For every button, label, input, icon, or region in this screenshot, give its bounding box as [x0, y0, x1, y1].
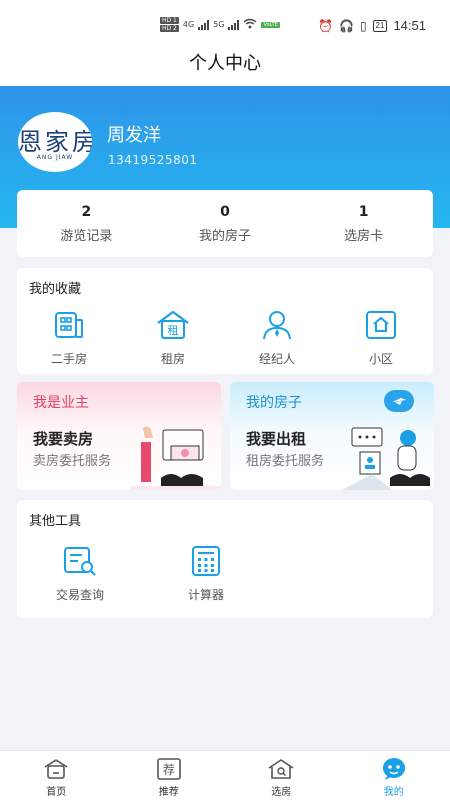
tab-choose-house[interactable]: 选房	[225, 751, 338, 800]
tab-label: 选房	[271, 787, 292, 798]
headphones-icon: 🎧	[338, 18, 354, 33]
favorites-title: 我的收藏	[29, 282, 82, 297]
stat-label: 游览记录	[60, 228, 113, 244]
favorite-agent[interactable]: 经纪人	[225, 308, 329, 367]
user-phone: 13419525801	[108, 153, 198, 167]
tab-label: 推荐	[158, 787, 179, 798]
clock: 14:51	[393, 18, 426, 33]
tools-card: 其他工具 交易查询 计算器	[17, 500, 433, 618]
favorite-second-hand[interactable]: 二手房	[17, 308, 121, 367]
tab-mine[interactable]: 我的	[338, 751, 450, 800]
hd1-badge: HD 1	[160, 17, 179, 24]
rent-tag: 我的房子	[246, 395, 302, 411]
bottom-tab-bar: 首页 荐 推荐 选房 我的	[0, 750, 450, 800]
tab-label: 我的	[383, 787, 404, 798]
favorite-community[interactable]: 小区	[329, 308, 433, 367]
rent-out-card[interactable]: 我的房子 我要出租 租房委托服务	[230, 382, 434, 490]
tab-recommend[interactable]: 荐 推荐	[113, 751, 226, 800]
status-right: ⏰ 🎧 ▯ 21 14:51	[318, 18, 426, 33]
favorite-label: 小区	[368, 352, 393, 366]
stat-value: 2	[81, 203, 92, 220]
network2-label: 5G	[213, 20, 225, 29]
sell-house-card[interactable]: 我是业主 我要卖房 卖房委托服务	[17, 382, 221, 490]
stat-label: 我的房子	[198, 228, 251, 244]
tool-calculator[interactable]: 计算器	[143, 544, 269, 603]
svg-text:租: 租	[168, 324, 179, 337]
stat-browse-history[interactable]: 2 游览记录	[26, 204, 146, 244]
stat-value: 1	[358, 203, 369, 220]
rent-house-icon: 租	[121, 308, 225, 342]
favorite-rent[interactable]: 租 租房	[121, 308, 225, 367]
vibrate-icon: ▯	[359, 18, 367, 33]
profile-icon	[338, 757, 450, 781]
calculator-icon	[143, 544, 269, 578]
community-icon	[329, 308, 433, 342]
user-name: 周发洋	[107, 125, 161, 146]
stat-value: 0	[220, 203, 230, 220]
tool-label: 交易查询	[55, 588, 104, 602]
house-search-icon	[225, 757, 338, 781]
plane-icon	[384, 390, 414, 412]
avatar[interactable]: 恩家房 ANG JIAW	[18, 112, 92, 172]
rent-illustration	[342, 427, 430, 490]
battery-icon: 21	[372, 19, 388, 32]
agent-icon	[225, 308, 329, 342]
favorite-label: 二手房	[50, 352, 87, 366]
status-left: HD 1 HD 2 4G 5G VoLTE	[160, 17, 280, 32]
home-icon	[0, 757, 113, 781]
tab-home[interactable]: 首页	[0, 751, 113, 800]
alarm-icon: ⏰	[318, 18, 333, 33]
sell-illustration	[131, 426, 221, 490]
stats-card: 2 游览记录 0 我的房子 1 选房卡	[17, 190, 433, 257]
avatar-brand-text: 恩家房	[18, 128, 92, 156]
tools-list: 交易查询 计算器	[17, 544, 269, 603]
signal2-icon	[228, 19, 240, 30]
tab-label: 首页	[46, 787, 67, 798]
title-bar: 个人中心	[0, 50, 450, 86]
rent-out-subtitle: 租房委托服务	[246, 454, 325, 469]
avatar-brand-subtext: ANG JIAW	[36, 154, 74, 161]
wifi-icon	[243, 18, 257, 32]
network-label: 4G	[182, 20, 195, 29]
favorite-label: 经纪人	[258, 352, 295, 366]
favorite-label: 租房	[160, 352, 185, 366]
favorites-card: 我的收藏 二手房 租 租房 经纪人 小区	[17, 268, 433, 374]
rent-out-title: 我要出租	[246, 430, 307, 448]
tools-title: 其他工具	[29, 514, 82, 529]
volte-badge: VoLTE	[261, 21, 280, 28]
hd2-badge: HD 2	[160, 25, 179, 32]
page-title: 个人中心	[189, 53, 261, 74]
tool-label: 计算器	[187, 588, 224, 602]
sell-house-subtitle: 卖房委托服务	[33, 454, 112, 469]
building-icon	[17, 308, 121, 342]
signal-icon	[198, 19, 210, 30]
favorites-list: 二手房 租 租房 经纪人 小区	[17, 308, 433, 367]
stat-my-house[interactable]: 0 我的房子	[165, 204, 285, 244]
tool-transaction-query[interactable]: 交易查询	[17, 544, 143, 603]
stat-label: 选房卡	[344, 228, 384, 244]
search-document-icon	[17, 544, 143, 578]
stat-house-card[interactable]: 1 选房卡	[304, 204, 424, 244]
recommend-glyph: 荐	[163, 763, 175, 777]
status-bar: HD 1 HD 2 4G 5G VoLTE ⏰ 🎧 ▯ 21 14:51	[0, 0, 450, 50]
sell-house-title: 我要卖房	[33, 430, 94, 448]
owner-tag: 我是业主	[33, 395, 89, 411]
recommend-icon: 荐	[113, 757, 226, 781]
